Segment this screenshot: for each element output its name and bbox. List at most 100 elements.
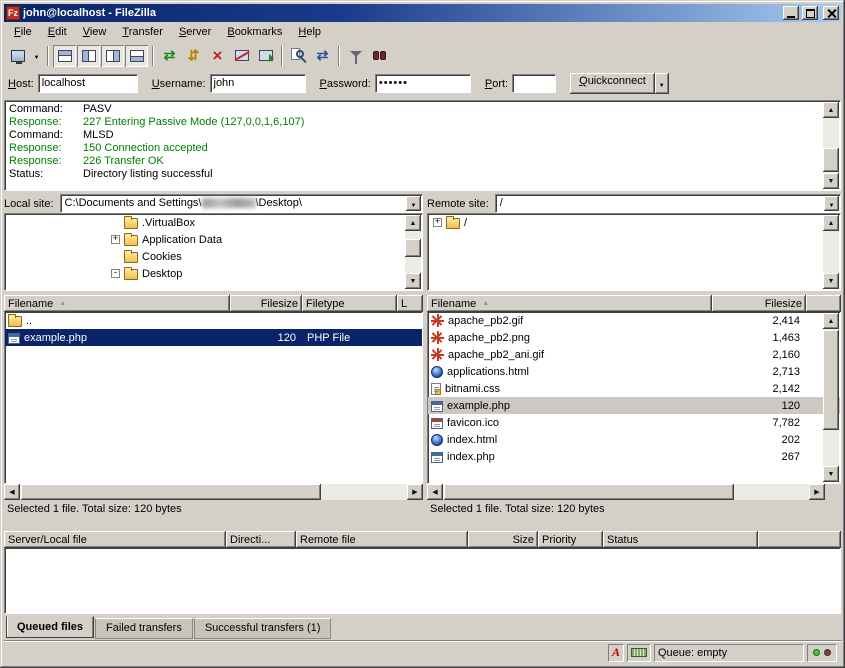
scrollbar-thumb[interactable] [823,330,839,430]
table-row[interactable]: index.html 202 [428,431,840,448]
find-files-button[interactable] [368,45,391,67]
tree-item[interactable]: Desktop [5,265,422,282]
scroll-down-icon[interactable] [823,173,839,189]
quickconnect-dropdown[interactable] [655,73,669,94]
minimize-button[interactable] [783,6,799,20]
menu-file[interactable]: File [6,23,40,41]
local-tree-scrollbar[interactable] [405,215,421,289]
scrollbar-thumb[interactable] [823,148,839,172]
tree-item[interactable]: Cookies [5,248,422,265]
tab-successful-transfers[interactable]: Successful transfers (1) [194,618,332,639]
table-row[interactable]: apache_pb2.png 1,463 [428,329,840,346]
titlebar[interactable]: Fz john@localhost - FileZilla [4,4,841,22]
scroll-down-icon[interactable] [823,273,839,289]
scroll-right-icon[interactable] [809,484,825,500]
column-header-filesize[interactable]: Filesize [230,295,302,312]
site-manager-button[interactable] [6,45,29,67]
folder-icon [446,218,460,229]
local-horizontal-scrollbar[interactable] [4,484,423,500]
scroll-down-icon[interactable] [823,466,839,482]
remote-tree-scrollbar[interactable] [823,215,839,289]
scroll-right-icon[interactable] [407,484,423,500]
synchronized-browsing-button[interactable] [311,45,334,67]
scroll-up-icon[interactable] [405,215,421,231]
directory-comparison-button[interactable] [287,45,310,67]
filter-button[interactable] [344,45,367,67]
scroll-up-icon[interactable] [823,102,839,118]
table-row[interactable]: index.php 267 [428,448,840,465]
toggle-message-log-button[interactable] [53,45,76,67]
table-row[interactable]: .. [5,312,422,329]
table-row[interactable]: applications.html 2,713 [428,363,840,380]
folder-icon [124,252,138,263]
scroll-down-icon[interactable] [405,273,421,289]
log-vertical-scrollbar[interactable] [823,102,839,189]
column-header-priority[interactable]: Priority [538,531,603,548]
collapse-icon[interactable] [111,269,120,278]
table-row-selected[interactable]: example.php 120 PHP File [5,329,422,346]
menu-view[interactable]: View [75,23,115,41]
activity-indicators [807,644,837,662]
toggle-remote-tree-button[interactable] [101,45,124,67]
table-row[interactable]: favicon.ico 7,782 [428,414,840,431]
remote-site-dropdown[interactable] [824,196,839,211]
table-row[interactable]: apache_pb2_ani.gif 2,160 [428,346,840,363]
remote-horizontal-scrollbar[interactable] [427,484,825,500]
column-header-filetype[interactable]: Filetype [302,295,397,312]
column-header-filename[interactable]: Filename [427,295,712,312]
remote-site-combobox[interactable]: / [495,194,841,213]
column-header-size[interactable]: Size [468,531,538,548]
column-header-filename[interactable]: Filename [4,295,230,312]
expand-icon[interactable] [111,235,120,244]
table-row[interactable]: bitnami.css 2,142 [428,380,840,397]
close-button[interactable] [823,6,839,20]
host-label: Host: [8,78,34,90]
tab-failed-transfers[interactable]: Failed transfers [95,618,193,639]
column-header-lastmodified[interactable]: L [397,295,423,312]
password-input[interactable]: •••••• [375,74,471,93]
port-input[interactable] [512,74,556,93]
html-file-icon [431,434,443,446]
host-input[interactable]: localhost [38,74,138,93]
local-site-label: Local site: [4,198,60,210]
menu-transfer[interactable]: Transfer [114,23,171,41]
tree-item[interactable]: .VirtualBox [5,214,422,231]
table-row[interactable]: apache_pb2.gif 2,414 [428,312,840,329]
tree-item[interactable]: Application Data [5,231,422,248]
process-queue-button[interactable] [182,45,205,67]
maximize-button[interactable] [802,6,818,20]
scroll-left-icon[interactable] [427,484,443,500]
reconnect-button[interactable] [254,45,277,67]
username-input[interactable]: john [210,74,306,93]
scroll-left-icon[interactable] [4,484,20,500]
toggle-local-tree-button[interactable] [77,45,100,67]
expand-icon[interactable] [433,218,442,227]
site-manager-dropdown[interactable] [30,45,43,67]
tab-queued-files[interactable]: Queued files [6,616,94,638]
scrollbar-thumb[interactable] [444,484,734,500]
remote-list-scrollbar[interactable] [823,313,839,482]
menu-server[interactable]: Server [171,23,219,41]
scrollbar-thumb[interactable] [405,239,421,257]
quickconnect-button[interactable]: Quickconnect [570,73,655,94]
cancel-operation-button[interactable] [206,45,229,67]
local-site-combobox[interactable]: C:\Documents and Settings\\Desktop\ [60,194,423,213]
column-header-direction[interactable]: Directi... [226,531,296,548]
scroll-up-icon[interactable] [823,215,839,231]
local-site-dropdown[interactable] [406,196,421,211]
toggle-queue-button[interactable] [125,45,148,67]
menu-edit[interactable]: Edit [40,23,75,41]
column-header-filesize[interactable]: Filesize [712,295,806,312]
column-header-status[interactable]: Status [603,531,758,548]
column-header-remote-file[interactable]: Remote file [296,531,468,548]
css-file-icon [431,383,441,395]
scroll-up-icon[interactable] [823,313,839,329]
tree-item[interactable]: / [428,214,840,231]
column-header-server-local-file[interactable]: Server/Local file [4,531,226,548]
menu-bookmarks[interactable]: Bookmarks [219,23,290,41]
disconnect-button[interactable] [230,45,253,67]
scrollbar-thumb[interactable] [21,484,321,500]
menu-help[interactable]: Help [290,23,329,41]
refresh-button[interactable] [158,45,181,67]
table-row-selected[interactable]: example.php 120 [428,397,840,414]
